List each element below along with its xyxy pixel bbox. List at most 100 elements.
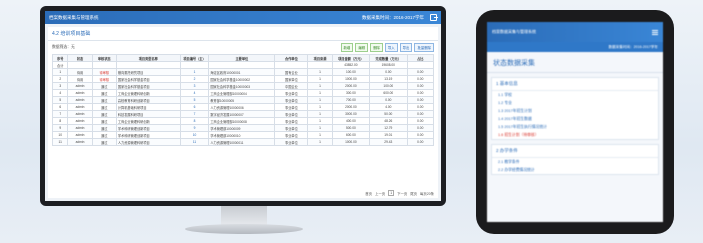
menu-icon[interactable] (652, 29, 658, 35)
add-button[interactable]: 新增 (340, 43, 354, 52)
table-row[interactable]: 8 admin 通过 工商企业管理科研创新 8 工商企业管理部10000008 事业单位 1 4… (51, 117, 435, 125)
table-row[interactable]: 6 admin 通过 计算机基础科研项目 6 人力资源管理10000006 事业单位 1 200… (51, 103, 435, 111)
table-cell: 1 (307, 124, 333, 132)
col-header[interactable]: 合作单位 (274, 54, 309, 62)
next-page-link[interactable]: 下一页 (397, 191, 407, 196)
table-cell: admin (67, 138, 93, 146)
table-cell: 7 (179, 110, 210, 118)
col-header[interactable]: 项目金额（万元） (331, 54, 371, 62)
table-row[interactable]: 合计 43852.00 19608.00 (51, 61, 435, 69)
table-cell: 6 (179, 103, 210, 111)
table-cell: 事业单位 (274, 96, 309, 104)
table-cell (91, 61, 117, 69)
first-page-link[interactable]: 首页 (365, 191, 372, 196)
table-cell: 0.00 (406, 82, 435, 90)
table-row[interactable]: 7 admin 通过 科技发展科研项目 7 数字经济发展10000007 事业单位 1 3000… (51, 110, 435, 118)
toolbar: 数据筛选：无 新增 编辑 删除 导入 导出 批量删除 (48, 41, 438, 54)
list-item[interactable]: 1.1 学校 (492, 91, 658, 99)
list-item[interactable]: 2.2 办学经费情况统计 (492, 166, 658, 174)
phone-screen: 档案数据采集与管理系统 数据采集时间：2016-2017学年 状态数据采集 1 … (487, 22, 663, 222)
list-item[interactable]: 2.1 教学条件 (492, 158, 658, 166)
table-cell: 43852.00 (331, 61, 371, 69)
table-cell: 事业单位 (274, 103, 309, 111)
table-cell: 学术科研管理创新项目 (115, 131, 181, 139)
section-title[interactable]: 1 基本信息 (492, 78, 658, 91)
table-cell: 工商企业管理科研创新 (115, 117, 181, 125)
export-button[interactable]: 导出 (399, 43, 413, 52)
edit-button[interactable]: 编辑 (355, 43, 369, 52)
col-header[interactable]: 状态 (67, 54, 93, 62)
table-cell: 1 (307, 68, 333, 76)
table-cell: 0.00 (406, 131, 435, 139)
table-cell: 1 (51, 68, 69, 76)
data-table: 序号 状态 审核状态 项目类型名称 项目编号（主） 主要单位 合作单位 项目来源… (51, 54, 435, 146)
batch-delete-button[interactable]: 批量删除 (414, 43, 434, 52)
section-title[interactable]: 2 办学条件 (492, 145, 658, 158)
col-header[interactable]: 主要单位 (208, 54, 276, 62)
logout-icon[interactable] (430, 14, 438, 21)
table-cell (179, 61, 210, 69)
col-header[interactable]: 完成数量（万元） (369, 54, 408, 62)
col-header[interactable]: 审核状态 (91, 54, 117, 62)
table-row[interactable]: 3 admin 通过 国家社会科学基金项目 3 国家社会科学基金10000003 中国企业 1… (51, 82, 435, 90)
col-header[interactable]: 占比 (406, 54, 435, 62)
table-cell: 300.00 (331, 89, 371, 97)
table-cell (274, 61, 309, 69)
table-cell: 48.26 (369, 117, 408, 125)
last-page-link[interactable]: 尾页 (410, 191, 417, 196)
table-cell: 5 (51, 96, 69, 104)
table-cell: admin (67, 103, 93, 111)
list-item[interactable]: 1.2 专业 (492, 99, 658, 107)
prev-page-link[interactable]: 上一页 (375, 191, 385, 196)
col-header[interactable]: 项目来源 (307, 54, 333, 62)
list-item[interactable]: 1.4 2017年招生数据 (492, 115, 658, 123)
list-item[interactable]: 1.5 2017年招生执行情况统计 (492, 123, 658, 131)
table-cell: 1 (307, 110, 333, 118)
table-cell: 国家社会科学基金10000002 (208, 75, 276, 83)
col-header[interactable]: 项目编号（主） (179, 54, 210, 62)
current-page[interactable]: 1 (388, 190, 395, 196)
table-cell: 4.00 (369, 103, 408, 111)
table-cell: 国家单位 (274, 75, 309, 83)
table-cell: 国有企业 (274, 68, 309, 76)
table-cell: 1 (307, 138, 333, 146)
table-row[interactable]: 5 admin 通过 高校教育科研创新项目 5 教育部10000005 事业单位 1 700.0… (51, 96, 435, 104)
delete-button[interactable]: 删除 (370, 43, 383, 52)
table-cell: 7 (51, 110, 69, 118)
table-cell: 0.00 (406, 68, 435, 76)
table-cell: 学术科研管理创新项目 (115, 124, 181, 132)
import-button[interactable]: 导入 (384, 43, 398, 52)
phone-section-conditions: 2 办学条件 2.1 教学条件 2.2 办学经费情况统计 (491, 144, 659, 175)
table-cell: 10 (51, 131, 69, 139)
col-header[interactable]: 序号 (51, 54, 69, 62)
desktop-screen: 档案数据采集与管理系统 数据采集时间：2016-2017学年 4.2 培训项目基… (45, 11, 441, 201)
table-cell: 700.00 (331, 96, 371, 104)
col-header[interactable]: 项目类型名称 (115, 54, 181, 62)
table-cell (208, 61, 276, 69)
table-cell: 国家社会科学基金项目 (115, 82, 181, 90)
table-row[interactable]: 11 admin 通过 人力资源管理科研项目 11 人力资源管理10000011 事业单位 1… (51, 138, 435, 146)
table-row[interactable]: 10 admin 通过 学术科研管理创新项目 10 学术管理部10000010 事业单位 1 6… (51, 131, 435, 139)
table-row[interactable]: 9 admin 通过 学术科研管理创新项目 9 学术管理部10000009 事业单位 1 500… (51, 124, 435, 132)
table-cell: 人力资源管理10000011 (208, 138, 276, 146)
monitor-stand (221, 206, 267, 226)
table-cell: admin (67, 131, 93, 139)
table-row[interactable]: 2 待用 待审核 国家社会科学基金项目 2 国家社会科学基金10000002 国家单位 1 10… (51, 75, 435, 83)
app-header: 档案数据采集与管理系统 数据采集时间：2016-2017学年 (45, 11, 441, 24)
table-cell: 通过 (91, 117, 117, 125)
table-row[interactable]: 1 待用 待审核 横向委托研究项目 1 海淀区政府10000001 国有企业 1 100.00 0… (51, 68, 435, 76)
phone-subheader: 数据采集时间：2016-2017学年 (487, 42, 663, 52)
table-cell: 工商企业管理部10000004 (208, 89, 276, 97)
table-cell: 13.19 (369, 75, 408, 83)
main-panel: 4.2 培训项目基础 数据筛选：无 新增 编辑 删除 导入 导出 批量删除 序号… (48, 27, 438, 198)
table-cell: 600.00 (331, 131, 371, 139)
filter-label: 数据筛选：无 (52, 45, 75, 49)
table-cell: 1 (179, 68, 210, 76)
list-item[interactable]: 1.6 招生计划（待审核） (492, 131, 658, 139)
page-size-select[interactable]: 每页20条 (420, 191, 434, 196)
table-cell: 待用 (67, 68, 93, 76)
table-cell: admin (67, 96, 93, 104)
table-row[interactable]: 4 admin 通过 工商企业管理科研创新 4 工商企业管理部10000004 事业单位 1 3… (51, 89, 435, 97)
table-cell: 29.43 (369, 138, 408, 146)
list-item[interactable]: 1.3 2017年招生计划 (492, 107, 658, 115)
